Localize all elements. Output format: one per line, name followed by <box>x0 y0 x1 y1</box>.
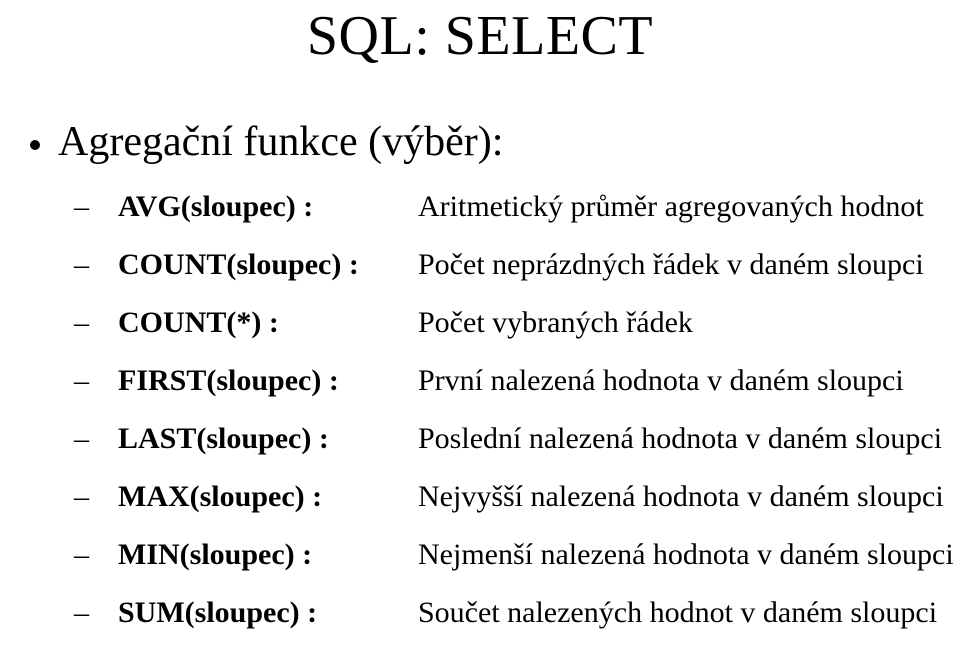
list-item: – COUNT(*) : Počet vybraných řádek <box>74 306 954 340</box>
dash-icon: – <box>74 596 118 630</box>
section-row: Agregační funkce (výběr): <box>30 118 503 166</box>
list-item: – SUM(sloupec) : Součet nalezených hodno… <box>74 596 954 630</box>
function-name: LAST(sloupec) : <box>118 422 418 456</box>
dash-icon: – <box>74 248 118 282</box>
slide: SQL: SELECT Agregační funkce (výběr): – … <box>0 0 960 640</box>
list-item: – LAST(sloupec) : Poslední nalezená hodn… <box>74 422 954 456</box>
list-item: – MIN(sloupec) : Nejmenší nalezená hodno… <box>74 538 954 572</box>
dash-icon: – <box>74 422 118 456</box>
list-item: – COUNT(sloupec) : Počet neprázdných řád… <box>74 248 954 282</box>
dash-icon: – <box>74 538 118 572</box>
list-item: – AVG(sloupec) : Aritmetický průměr agre… <box>74 190 954 224</box>
bullet-icon <box>30 140 40 150</box>
function-desc: Počet vybraných řádek <box>418 306 693 340</box>
list-item: – MAX(sloupec) : Nejvyšší nalezená hodno… <box>74 480 954 514</box>
function-name: SUM(sloupec) : <box>118 596 418 630</box>
function-desc: První nalezená hodnota v daném sloupci <box>418 364 904 398</box>
dash-icon: – <box>74 364 118 398</box>
function-desc: Nejmenší nalezená hodnota v daném sloupc… <box>418 538 954 572</box>
function-desc: Nejvyšší nalezená hodnota v daném sloupc… <box>418 480 944 514</box>
dash-icon: – <box>74 480 118 514</box>
function-name: MIN(sloupec) : <box>118 538 418 572</box>
function-list: – AVG(sloupec) : Aritmetický průměr agre… <box>74 190 954 654</box>
function-name: COUNT(sloupec) : <box>118 248 418 282</box>
dash-icon: – <box>74 190 118 224</box>
list-item: – FIRST(sloupec) : První nalezená hodnot… <box>74 364 954 398</box>
function-desc: Součet nalezených hodnot v daném sloupci <box>418 596 937 630</box>
section-label: Agregační funkce (výběr): <box>58 118 503 166</box>
function-desc: Aritmetický průměr agregovaných hodnot <box>418 190 924 224</box>
function-desc: Poslední nalezená hodnota v daném sloupc… <box>418 422 942 456</box>
function-name: FIRST(sloupec) : <box>118 364 418 398</box>
dash-icon: – <box>74 306 118 340</box>
page-title: SQL: SELECT <box>0 4 960 68</box>
function-desc: Počet neprázdných řádek v daném sloupci <box>418 248 924 282</box>
function-name: MAX(sloupec) : <box>118 480 418 514</box>
function-name: COUNT(*) : <box>118 306 418 340</box>
function-name: AVG(sloupec) : <box>118 190 418 224</box>
